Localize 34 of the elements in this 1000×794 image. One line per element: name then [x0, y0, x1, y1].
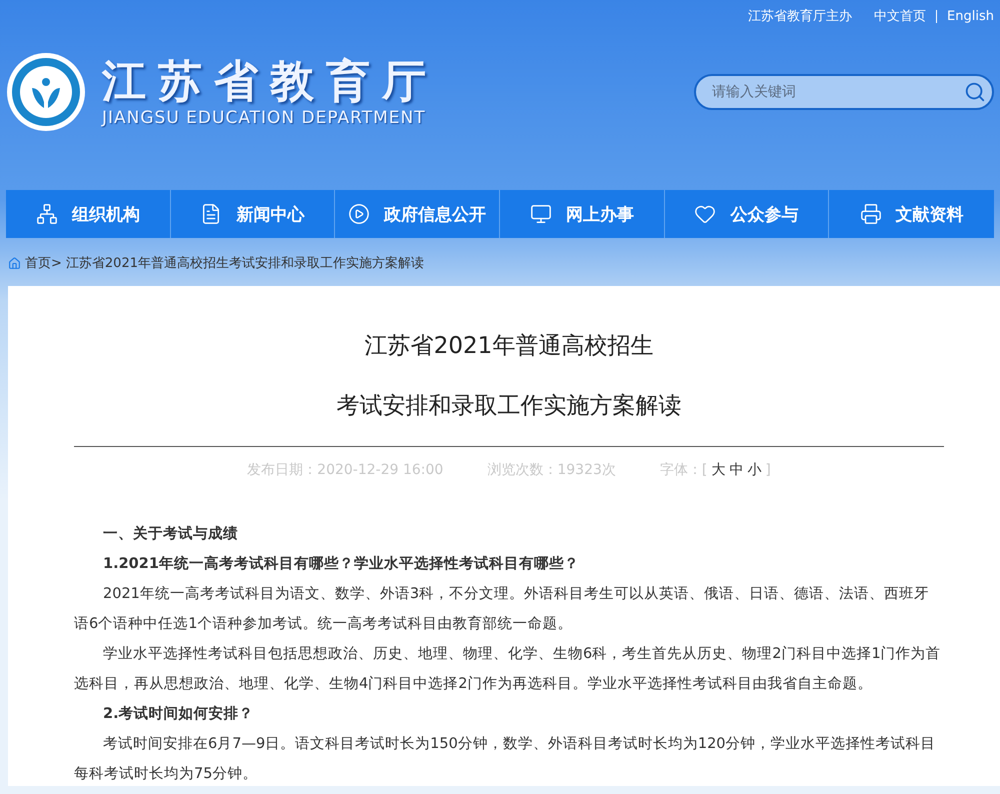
font-size-link[interactable]: 中	[729, 461, 744, 479]
search-field[interactable]: 请输入关键词	[694, 74, 994, 110]
top-link[interactable]: English	[947, 8, 994, 24]
article-title: 考试安排和录取工作实施方案解读	[336, 392, 682, 421]
question-heading: 1.2021年统一高考考试科目有哪些？学业水平选择性考试科目有哪些？	[102, 554, 580, 574]
top-link[interactable]: 江苏省教育厅主办	[748, 7, 852, 25]
nav-item[interactable]: 网上办事	[500, 190, 665, 238]
body-paragraph: 2021年统一高考考试科目为语文、数学、外语3科，不分文理。外语科目考生可以从英语、俄语、日语、德语、法语、西班牙语6个语种中任选1个语种参加考试。统一高考考试科目由教育部统一命题。	[74, 584, 930, 634]
monitor-icon	[530, 203, 552, 225]
nav-item[interactable]: 公众参与	[664, 190, 830, 238]
home-icon	[8, 256, 21, 270]
question-heading: 2.考试时间如何安排？	[102, 704, 255, 724]
org-chart-icon	[36, 203, 58, 225]
site-subtitle: JIANGSU EDUCATION DEPARTMENT	[102, 108, 427, 128]
article-title: 江苏省2021年普通高校招生	[364, 332, 654, 361]
nav-item[interactable]: 组织机构	[6, 190, 171, 238]
play-circle-icon	[348, 203, 370, 225]
breadcrumb-current: 江苏省2021年普通高校招生考试安排和录取工作实施方案解读	[66, 254, 424, 272]
site-title: 江苏省教育厅	[102, 56, 438, 108]
body-paragraph: 考试时间安排在6月7—9日。语文科目考试时长为150分钟，数学、外语科目考试时长均为120分钟，学业水平选择性考试科目每科考试时长均为75分钟。	[74, 734, 937, 784]
section-heading: 一、关于考试与成绩	[102, 524, 239, 544]
nav-item[interactable]: 新闻中心	[170, 190, 336, 238]
top-link[interactable]: 中文首页	[874, 7, 926, 25]
body-paragraph: 学业水平选择性考试科目包括思想政治、历史、地理、物理、化学、生物6科，考生首先从历史、物理2门科目中选择1门作为首选科目，再从思想政治、地理、化学、生物4门科目中选择2门作为再选科目。学业水平选择性考试科目由我省自主命题。	[74, 644, 942, 694]
emblem-logo-icon	[6, 52, 86, 132]
home-link[interactable]: 首页>	[8, 254, 62, 272]
font-size-link[interactable]: 小	[747, 461, 762, 479]
nav-item[interactable]: 文献资料	[829, 190, 994, 238]
bracket-text: ]	[765, 462, 771, 478]
nav-item[interactable]: 政府信息公开	[335, 190, 500, 238]
heart-icon	[694, 203, 716, 225]
font-size-link[interactable]: 大	[711, 461, 726, 479]
printer-icon	[860, 203, 882, 225]
search-icon[interactable]	[964, 81, 986, 103]
